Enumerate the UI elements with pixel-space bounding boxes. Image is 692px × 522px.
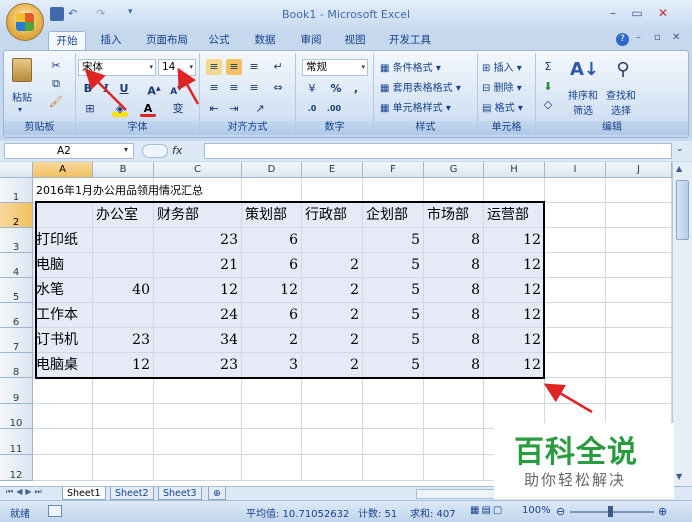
arrow-font-size: [177, 67, 200, 105]
annotation-arrows: [84, 67, 593, 414]
arrow-font-name: [84, 68, 127, 111]
arrow-table-border: [543, 383, 593, 414]
